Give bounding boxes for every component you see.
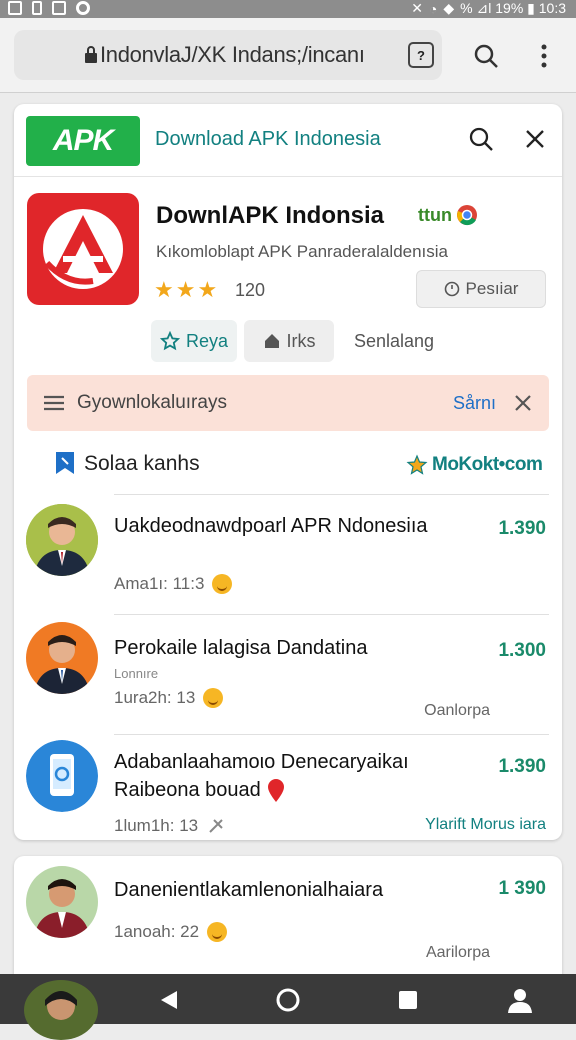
chip-reya[interactable]: Reya [151,320,237,362]
item-value: 1.300 [498,640,546,661]
row-divider [114,734,549,735]
banner-text: Gyownlokaluırays [77,392,227,413]
item-title: Danenientlakamlenonialhaiara [114,879,384,901]
signal-icon: ◆ [443,0,455,16]
bookmark-icon [54,450,76,476]
tag-icon [264,334,279,348]
rating-count: 120 [235,280,266,300]
item-meta-text: 1anoah: 22 [114,922,200,941]
app-subtitle: Kıkomloblapt APK Panraderalaldenısia [156,242,449,261]
avatar[interactable] [24,980,98,1040]
image-icon [52,1,66,15]
back-triangle-icon [161,991,177,1009]
chrome-icon [456,205,477,226]
section-divider [114,494,549,495]
item-meta-text: 1lum1h: 13 [114,816,199,835]
emoji-icon [212,574,233,594]
avatar [26,504,98,576]
app-tag-label: ttun [418,204,452,225]
star-link-icon [406,454,428,475]
browser-toolbar: IndonvlaJ/XK Indans;/incanı ? [0,18,576,93]
back-button[interactable] [154,986,184,1014]
system-navbar [0,974,576,1040]
lock-icon [84,46,98,64]
avatar [26,866,98,938]
home-nav-button[interactable] [272,984,304,1016]
item-meta: 1lum1h: 13 [114,816,226,836]
app-tag: ttun [418,204,478,226]
item-title: Perokaile lalagisa Dandatina [114,637,368,659]
banner-action-link[interactable]: Sårnı [453,393,496,414]
list-card: Danenientlakamlenonialhaiara 1 390 1anoa… [14,856,562,986]
item-value: 1.390 [498,756,546,777]
item-value: 1 390 [498,878,546,899]
status-text: % ⊿l 19% ▮ 10:3 [460,0,566,16]
pin-icon [209,819,223,833]
question-icon: ? [417,47,425,63]
header-divider [14,176,562,177]
mute-icon: ✕ [411,0,423,16]
menu-lines-icon[interactable] [43,393,65,413]
close-button[interactable] [520,124,550,154]
section-link[interactable]: MoKokt•com [406,454,543,476]
star-outline-icon [159,331,180,351]
chip-label: Reya [185,330,229,351]
search-icon [469,127,493,151]
status-bar: ✕ ◔ ◆ % ⊿l 19% ▮ 10:3 [0,0,576,18]
person-icon [508,989,532,1013]
url-text: IndonvlaJ/XK Indans;/incanı [100,42,365,67]
item-meta: 1ura2h: 13 [114,688,224,708]
emoji-icon [203,688,224,708]
section-link-label: MoKokt•com [432,454,543,475]
site-logo[interactable]: APK [26,116,140,166]
close-icon [526,130,544,148]
site-search-button[interactable] [466,124,496,154]
site-title[interactable]: Download APK Indonesia [155,128,381,151]
item-meta-text: Ama1ı: 11:3 [114,574,205,593]
clock-icon [444,281,459,297]
app-card: APK Download APK Indonesia DownlAPK Indo… [14,104,562,840]
app-logo-icon [43,209,123,289]
item-value: 1.390 [498,518,546,539]
item-note[interactable]: Oanlorpa [424,702,490,720]
chip-irks[interactable]: Irks [244,320,334,362]
preview-label: Pesıiar [465,279,519,298]
item-meta: 1anoah: 22 [114,922,228,942]
sync-icon [76,1,90,15]
recents-square-icon [399,991,417,1009]
phone-icon [32,1,42,15]
heart-pin-icon [266,778,286,809]
more-vert-icon [541,44,547,68]
tab-switcher-button[interactable]: ? [408,42,434,68]
app-icon[interactable] [27,193,139,305]
section-title: Solaa kanhs [84,452,200,475]
row-divider [114,614,549,615]
preview-button[interactable]: Pesıiar [416,270,546,308]
chip-label: Irks [286,330,316,351]
item-meta: Ama1ı: 11:3 [114,574,233,594]
app-name: DownlAPK Indonsia [156,202,384,229]
notification-icon [8,1,22,15]
avatar [26,740,98,812]
search-button[interactable] [470,40,502,72]
item-meta-text: 1ura2h: 13 [114,688,196,707]
item-title: Uakdeodnawdpoarl APR Ndonesiıa [114,515,428,537]
chip-senlalang[interactable]: Senlalang [344,320,444,362]
home-circle-icon [276,988,300,1012]
recents-button[interactable] [394,986,422,1014]
close-icon [515,395,531,411]
item-note[interactable]: Ylarift Morus iara [425,816,546,834]
item-note[interactable]: Aarilorpa [426,944,490,962]
item-subtitle: Lonnıre [114,666,159,681]
wifi-icon: ◔ [428,0,438,17]
search-icon [474,44,498,68]
account-button[interactable] [504,984,536,1016]
emoji-icon [207,922,228,942]
notice-banner: Gyownlokaluırays Sårnı [27,375,549,431]
chip-label: Senlalang [353,330,435,351]
avatar [26,622,98,694]
star-rating: ★★★ [154,277,220,302]
banner-close-button[interactable] [513,393,533,413]
menu-button[interactable] [534,40,554,72]
